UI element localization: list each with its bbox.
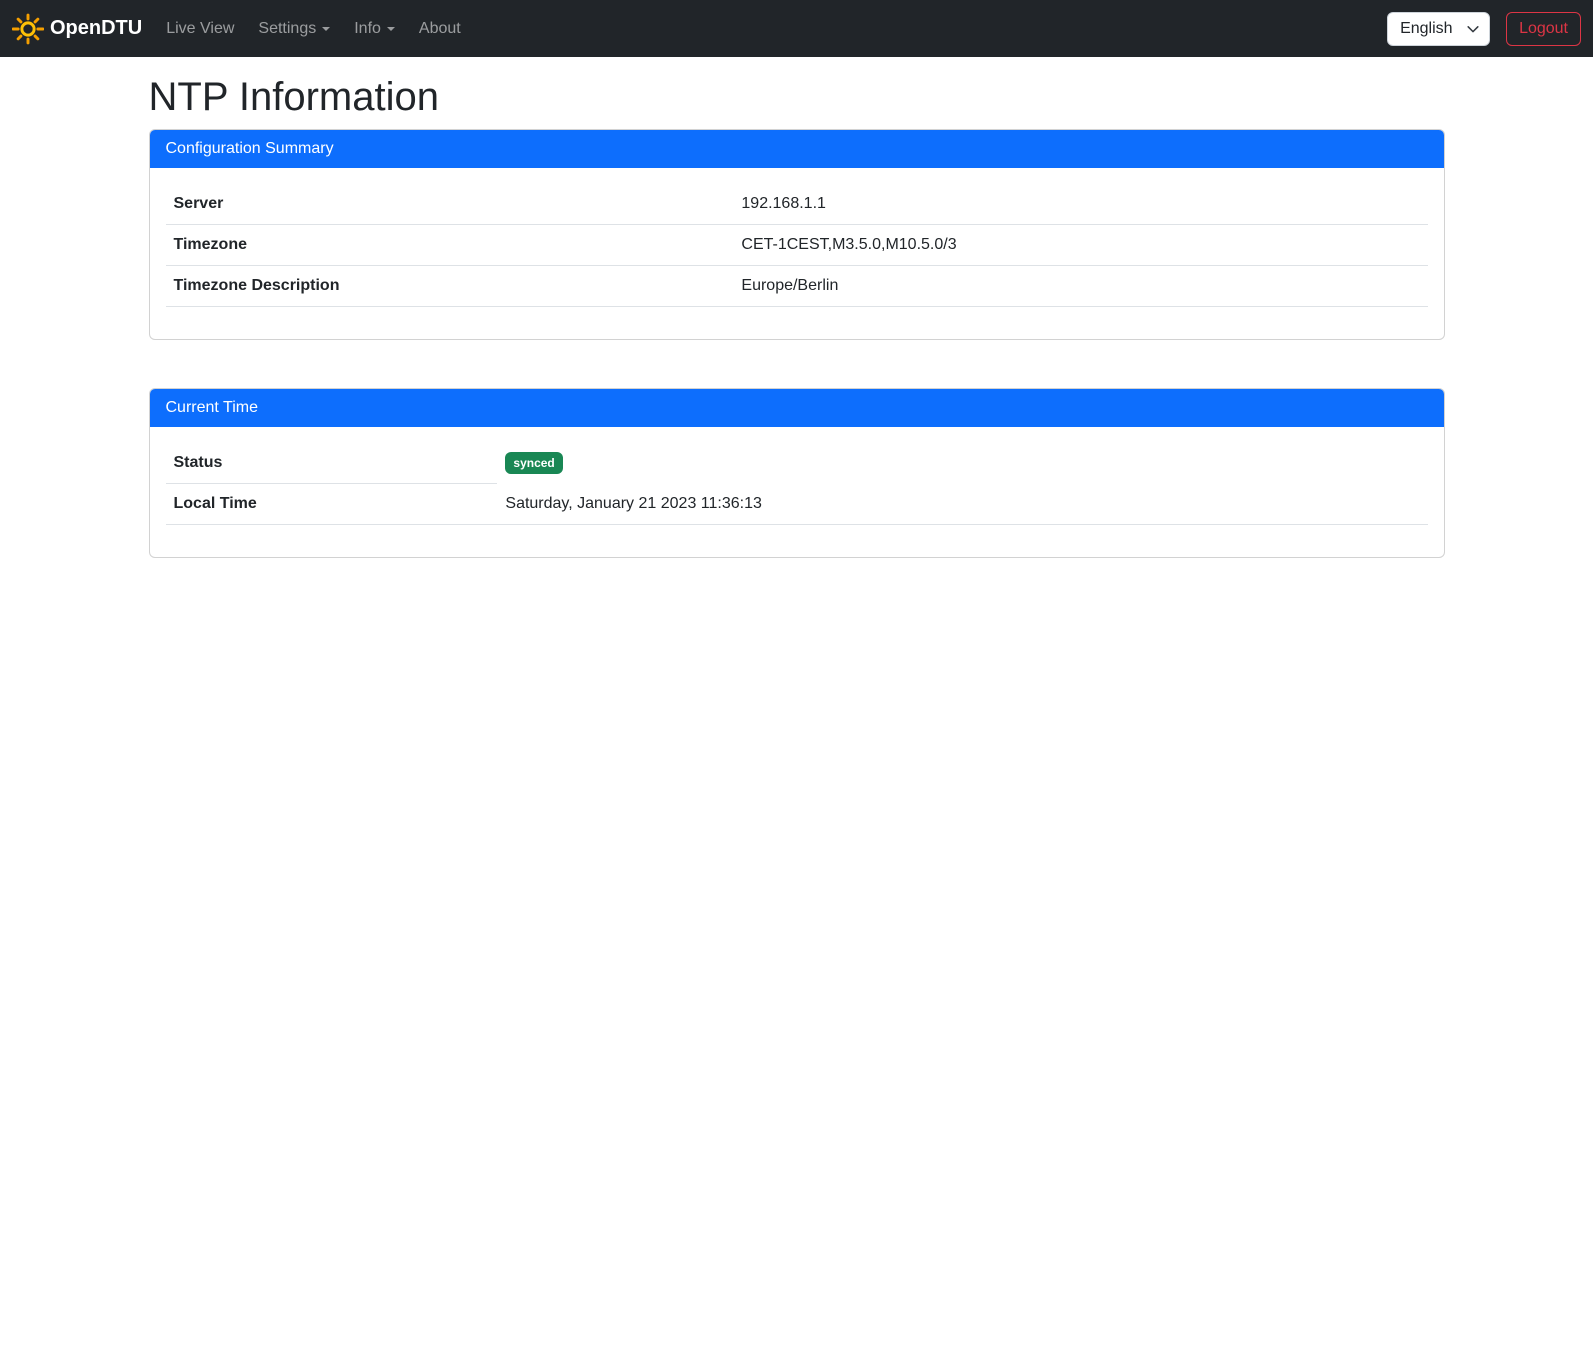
- server-value: 192.168.1.1: [733, 184, 1427, 225]
- table-row: Timezone CET-1CEST,M3.5.0,M10.5.0/3: [166, 225, 1428, 266]
- nav-item-live-view[interactable]: Live View: [158, 12, 242, 46]
- status-value-cell: synced: [497, 443, 1427, 484]
- language-select[interactable]: English: [1387, 12, 1490, 46]
- local-time-label: Local Time: [166, 484, 498, 525]
- current-time-card-body: Status synced Local Time Saturday, Janua…: [150, 427, 1444, 557]
- current-time-table: Status synced Local Time Saturday, Janua…: [166, 443, 1428, 525]
- current-time-card: Current Time Status synced Local Time Sa…: [149, 388, 1445, 558]
- brand-label: OpenDTU: [50, 17, 142, 40]
- top-navbar: OpenDTU Live View Settings Info About En…: [0, 0, 1593, 57]
- logout-button[interactable]: Logout: [1506, 12, 1581, 46]
- status-label: Status: [166, 443, 498, 484]
- nav-item-info[interactable]: Info: [346, 12, 403, 46]
- local-time-value: Saturday, January 21 2023 11:36:13: [497, 484, 1427, 525]
- nav-item-settings[interactable]: Settings: [250, 12, 338, 46]
- nav-item-settings-label: Settings: [258, 20, 316, 38]
- table-row: Server 192.168.1.1: [166, 184, 1428, 225]
- language-select-wrap: English: [1387, 12, 1490, 46]
- nav-item-info-label: Info: [354, 20, 381, 38]
- caret-down-icon: [322, 27, 330, 31]
- timezone-description-value: Europe/Berlin: [733, 266, 1427, 307]
- caret-down-icon: [387, 27, 395, 31]
- nav-menu: Live View Settings Info About: [158, 12, 1387, 46]
- configuration-summary-card-header: Configuration Summary: [150, 130, 1444, 168]
- table-row: Status synced: [166, 443, 1428, 484]
- timezone-description-label: Timezone Description: [166, 266, 734, 307]
- nav-item-about-label: About: [419, 20, 461, 38]
- server-label: Server: [166, 184, 734, 225]
- brand-logo-link[interactable]: OpenDTU: [12, 13, 142, 45]
- status-badge: synced: [505, 452, 562, 474]
- main-content: NTP Information Configuration Summary Se…: [137, 73, 1457, 558]
- current-time-card-header: Current Time: [150, 389, 1444, 427]
- nav-item-about[interactable]: About: [411, 12, 469, 46]
- navbar-right-controls: English Logout: [1387, 12, 1581, 46]
- table-row: Timezone Description Europe/Berlin: [166, 266, 1428, 307]
- page-title: NTP Information: [149, 73, 1445, 121]
- timezone-label: Timezone: [166, 225, 734, 266]
- table-row: Local Time Saturday, January 21 2023 11:…: [166, 484, 1428, 525]
- timezone-value: CET-1CEST,M3.5.0,M10.5.0/3: [733, 225, 1427, 266]
- configuration-summary-table: Server 192.168.1.1 Timezone CET-1CEST,M3…: [166, 184, 1428, 307]
- sun-icon: [12, 13, 44, 45]
- configuration-summary-card-body: Server 192.168.1.1 Timezone CET-1CEST,M3…: [150, 168, 1444, 339]
- nav-item-live-view-label: Live View: [166, 20, 234, 38]
- configuration-summary-card: Configuration Summary Server 192.168.1.1…: [149, 129, 1445, 340]
